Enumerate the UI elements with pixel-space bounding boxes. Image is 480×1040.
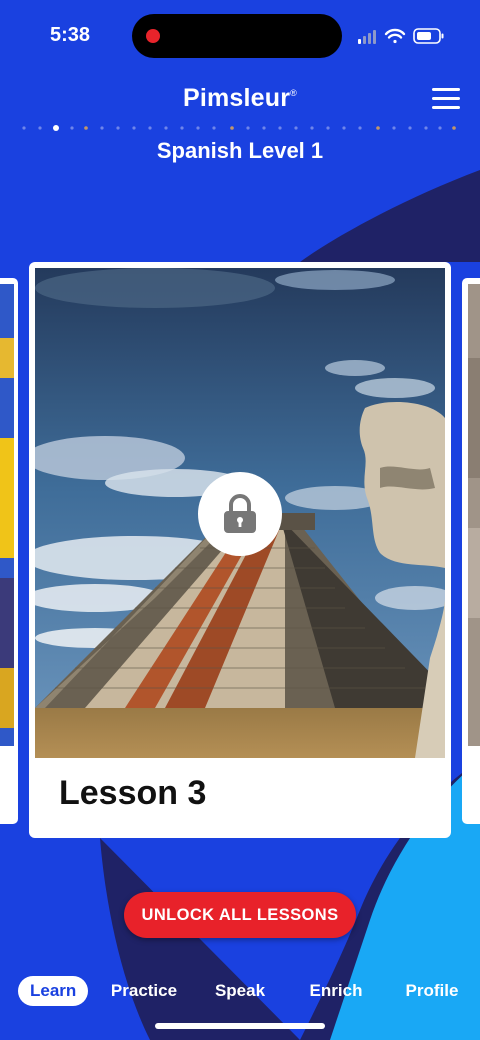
- signal-icon: [358, 30, 376, 44]
- next-lesson-card[interactable]: [462, 278, 480, 824]
- lock-icon: [224, 494, 256, 533]
- level-title: Spanish Level 1: [156, 138, 324, 163]
- registered-mark: ®: [290, 88, 298, 98]
- lesson-card[interactable]: Lesson 3: [29, 262, 451, 838]
- tab-speak[interactable]: Speak: [206, 976, 274, 1006]
- recording-dot-icon: [146, 29, 160, 43]
- lesson-progress-dots: [22, 125, 456, 131]
- tab-practice[interactable]: Practice: [108, 976, 180, 1006]
- dynamic-island: [132, 14, 342, 58]
- tab-learn[interactable]: Learn: [18, 976, 89, 1006]
- lock-button[interactable]: [198, 472, 282, 556]
- previous-lesson-card[interactable]: [0, 278, 18, 824]
- status-icons: [358, 28, 444, 44]
- logo-text: Pimsleur: [182, 84, 291, 112]
- unlock-all-lessons-button[interactable]: UNLOCK ALL LESSONS: [124, 892, 356, 938]
- tab-profile[interactable]: Profile: [398, 976, 466, 1006]
- app-screen: 5:38 Pimsleur® Spanish Level 1 Lesson 3 …: [0, 0, 480, 1040]
- tab-enrich[interactable]: Enrich: [302, 976, 370, 1006]
- battery-icon: [413, 28, 444, 44]
- pimsleur-logo: Pimsleur®: [0, 84, 480, 113]
- lesson-title: Lesson 3: [59, 774, 207, 812]
- wifi-icon: [384, 28, 406, 44]
- hamburger-menu-icon[interactable]: [432, 86, 462, 112]
- status-time: 5:38: [50, 24, 91, 46]
- home-indicator: [155, 1023, 325, 1029]
